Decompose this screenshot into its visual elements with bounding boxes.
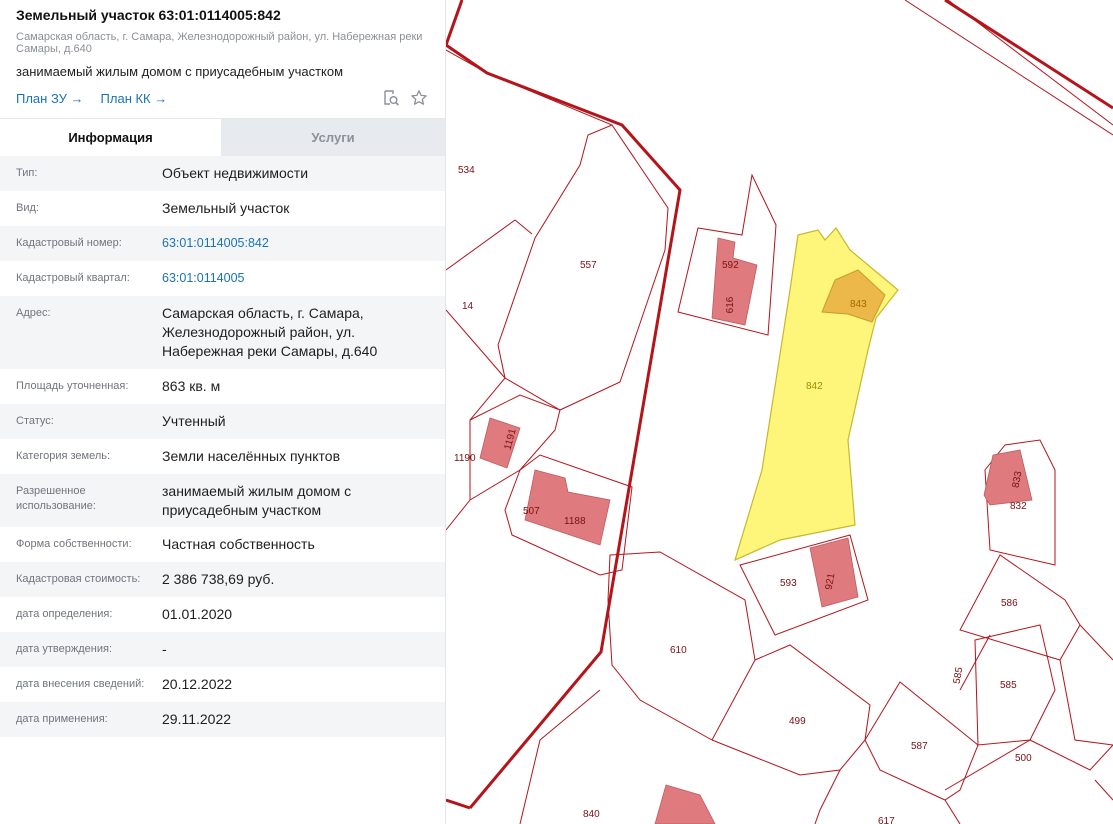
row-address: Адрес: Самарская область, г. Самара, Желе…: [0, 296, 445, 369]
row-label: дата внесения сведений:: [16, 678, 145, 690]
parcel-label: 1188: [564, 516, 586, 527]
parcel-label: 842: [806, 381, 823, 392]
parcel-title: Земельный участок 63:01:0114005:842: [16, 7, 281, 23]
search-document-icon[interactable]: [381, 88, 401, 108]
row-label: Тип:: [16, 167, 38, 179]
row-date-approved: дата утверждения: -: [0, 632, 445, 667]
row-date-determined: дата определения: 01.01.2020: [0, 597, 445, 632]
parcel-label: 14: [462, 301, 474, 312]
row-land-category: Категория земель: Земли населённых пункто…: [0, 439, 445, 474]
row-label: Категория земель:: [16, 450, 111, 462]
parcel-use: занимаемый жилым домом с приусадебным уч…: [16, 64, 344, 79]
row-value: Учтенный: [162, 413, 226, 429]
row-label: Вид:: [16, 202, 39, 214]
row-label: Кадастровая стоимость:: [16, 573, 141, 585]
cadastral-number-link[interactable]: 63:01:0114005:842: [162, 226, 429, 261]
row-label: дата утверждения:: [16, 643, 113, 655]
cadastral-quarter-link[interactable]: 63:01:0114005: [162, 261, 429, 296]
parcel-label: 585: [1000, 680, 1017, 691]
row-value: Частная собственность: [162, 536, 315, 552]
parcel-label: 1190: [454, 453, 476, 464]
row-value: 20.12.2022: [162, 676, 233, 692]
row-value: 863 кв. м: [162, 378, 221, 394]
building-833[interactable]: [983, 449, 1033, 506]
building-840[interactable]: [654, 784, 716, 824]
header-links: План ЗУ → План КК →: [16, 89, 429, 107]
parcel-label: 843: [850, 299, 867, 310]
parcel-label: 592: [722, 260, 739, 271]
row-value: занимаемый жилым домом с приусадебным уч…: [162, 483, 352, 518]
row-value: 29.11.2022: [162, 711, 232, 727]
parcel-label: 534: [458, 165, 475, 176]
parcel-label: 610: [670, 645, 687, 656]
parcel-label: 593: [780, 578, 797, 589]
row-label: Форма собственности:: [16, 538, 132, 550]
plan-kk-link[interactable]: План КК →: [101, 91, 168, 106]
row-label: Кадастровый квартал:: [16, 272, 130, 284]
parcel-label: 587: [911, 741, 928, 752]
parcel-label: 585: [952, 666, 966, 685]
property-table: Тип: Объект недвижимости Вид: Земельный уч…: [0, 156, 445, 737]
panel-tabs: Информация Услуги: [0, 118, 445, 156]
cadastral-map[interactable]: 534 557 592 616 14 843 842 1190 1191 507…: [446, 0, 1113, 824]
row-value: Самарская область, г. Самара, Железнодор…: [162, 305, 378, 359]
row-kind: Вид: Земельный участок: [0, 191, 445, 226]
parcel-label: 586: [1001, 598, 1018, 609]
panel-header: Земельный участок 63:01:0114005:842 Сама…: [0, 0, 445, 107]
star-icon[interactable]: [409, 88, 429, 108]
row-label: Разрешенное использование:: [16, 485, 96, 512]
row-date-entered: дата внесения сведений: 20.12.2022: [0, 667, 445, 702]
row-cadastral-quarter: Кадастровый квартал: 63:01:0114005: [0, 261, 445, 296]
row-label: дата определения:: [16, 608, 113, 620]
parcel-address: Самарская область, г. Самара, Железнодор…: [16, 31, 423, 55]
row-label: Статус:: [16, 415, 54, 427]
tab-services[interactable]: Услуги: [221, 119, 445, 156]
row-value: Земельный участок: [162, 200, 290, 216]
parcel-label: 557: [580, 260, 597, 271]
parcel-label: 616: [725, 296, 736, 313]
row-label: Площадь уточненная:: [16, 380, 129, 392]
row-value: Земли населённых пунктов: [162, 448, 341, 464]
building-921[interactable]: [809, 537, 859, 608]
info-panel: Земельный участок 63:01:0114005:842 Сама…: [0, 0, 446, 824]
row-date-applied: дата применения: 29.11.2022: [0, 702, 445, 737]
row-permitted-use: Разрешенное использование: занимаемый жил…: [0, 474, 445, 527]
row-label: Адрес:: [16, 307, 51, 319]
row-ownership: Форма собственности: Частная собственност…: [0, 527, 445, 562]
parcel-label: 840: [583, 809, 600, 820]
parcel-label: 617: [878, 816, 895, 824]
row-type: Тип: Объект недвижимости: [0, 156, 445, 191]
row-cadastral-value: Кадастровая стоимость: 2 386 738,69 руб.: [0, 562, 445, 597]
row-cadastral-number: Кадастровый номер: 63:01:0114005:842: [0, 226, 445, 261]
row-label: Кадастровый номер:: [16, 237, 122, 249]
row-label: дата применения:: [16, 713, 108, 725]
row-value: 2 386 738,69 руб.: [162, 571, 275, 587]
row-value: -: [162, 641, 167, 657]
parcel-label: 507: [523, 506, 540, 517]
selected-parcel-842[interactable]: [734, 227, 899, 562]
row-value: Объект недвижимости: [162, 165, 309, 181]
row-area: Площадь уточненная: 863 кв. м: [0, 369, 445, 404]
row-value: 01.01.2020: [162, 606, 233, 622]
parcel-label: 832: [1010, 501, 1027, 512]
parcel-label: 499: [789, 716, 806, 727]
parcel-label: 500: [1015, 753, 1032, 764]
tab-information[interactable]: Информация: [0, 119, 221, 156]
plan-zu-link[interactable]: План ЗУ →: [16, 91, 84, 106]
row-status: Статус: Учтенный: [0, 404, 445, 439]
